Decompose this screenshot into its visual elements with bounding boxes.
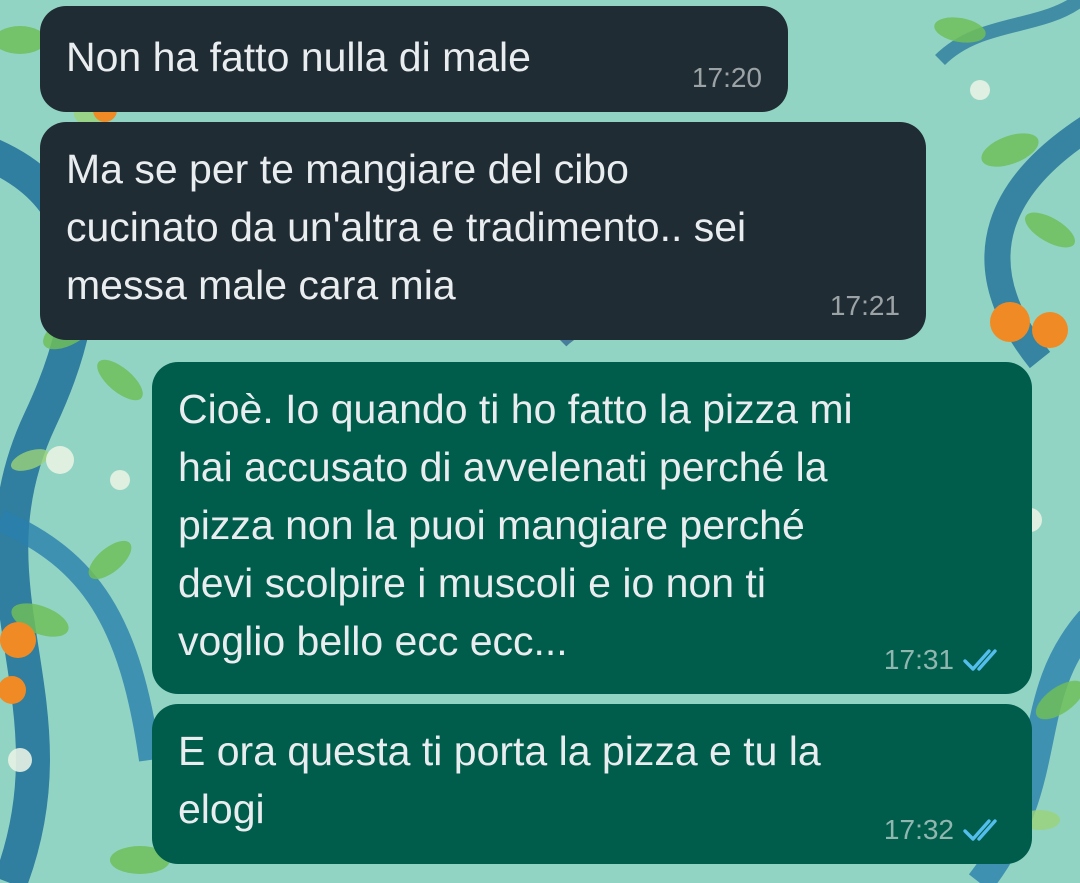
message-timestamp: 17:20 [691,62,762,93]
message-text: Non ha fatto nulla di male [66,34,531,80]
double-check-icon [962,817,1006,843]
message-timestamp: 17:31 [883,644,954,675]
message-meta: 17:32 [884,814,1006,846]
double-check-icon [962,647,1006,673]
message-meta: 17:20 [692,62,762,94]
message-timestamp: 17:21 [829,290,900,321]
message-timestamp: 17:32 [883,814,954,845]
message-text: Cioè. Io quando ti ho fatto la pizza mi … [178,386,853,664]
message-meta: 17:31 [884,644,1006,676]
message-bubble-incoming[interactable]: Ma se per te mangiare del cibo cucinato … [40,122,926,340]
message-text: E ora questa ti porta la pizza e tu la e… [178,728,821,832]
message-meta: 17:21 [830,290,900,322]
message-bubble-outgoing[interactable]: Cioè. Io quando ti ho fatto la pizza mi … [152,362,1032,694]
message-text: Ma se per te mangiare del cibo cucinato … [66,146,747,308]
message-bubble-outgoing[interactable]: E ora questa ti porta la pizza e tu la e… [152,704,1032,864]
message-bubble-incoming[interactable]: Non ha fatto nulla di male 17:20 [40,6,788,112]
